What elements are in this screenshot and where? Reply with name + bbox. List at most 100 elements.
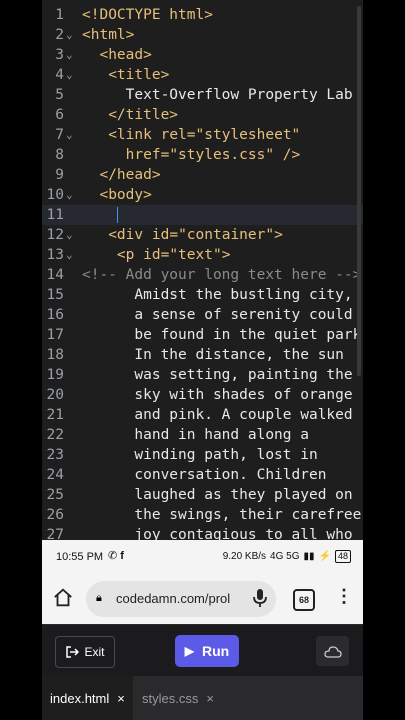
close-icon[interactable]: × — [206, 691, 214, 706]
line-number: 19 — [46, 367, 64, 383]
line-code: was setting, painting the — [82, 365, 353, 385]
code-token: be found in the quiet park. — [82, 327, 363, 343]
fold-chevron-icon[interactable]: ⌄ — [66, 125, 76, 145]
line-number: 21 — [46, 407, 64, 423]
line-code: the swings, their carefree — [82, 505, 361, 525]
code-line[interactable]: 12 ⌄ <div id="container"> — [42, 225, 363, 245]
line-number: 27 — [46, 527, 64, 540]
code-line[interactable]: 18 In the distance, the sun — [42, 345, 363, 365]
line-code: a sense of serenity could — [82, 305, 353, 325]
editor-scrollbar[interactable] — [357, 6, 361, 376]
line-number: 22 — [46, 427, 64, 443]
code-editor[interactable]: 1 <!DOCTYPE html> 2 ⌄ <html> 3 ⌄ <head> 4 ⌄ <tit… — [42, 0, 363, 540]
fold-chevron-icon[interactable]: ⌄ — [66, 65, 76, 85]
fold-chevron-icon[interactable]: ⌄ — [66, 25, 76, 45]
code-line[interactable]: 27 joy contagious to all who — [42, 525, 363, 540]
line-number: 13 — [46, 247, 64, 263]
more-options-icon[interactable]: ⋮ — [335, 586, 353, 607]
fold-chevron-icon[interactable]: ⌄ — [66, 45, 76, 65]
exit-button[interactable]: Exit — [55, 636, 115, 668]
tab-label: styles.css — [142, 690, 199, 706]
code-line[interactable]: 1 <!DOCTYPE html> — [42, 5, 363, 25]
fold-chevron-icon[interactable]: ⌄ — [66, 225, 76, 245]
code-token: was setting, painting the — [82, 367, 353, 383]
code-token: <head> — [99, 47, 152, 63]
speed-readout: 9.20 KB/s — [222, 551, 267, 562]
code-line[interactable]: 2 ⌄ <html> — [42, 25, 363, 45]
code-line[interactable]: 11 — [42, 205, 363, 225]
code-token: "text" — [169, 247, 222, 263]
tab-switcher-button[interactable]: 68 — [293, 589, 315, 611]
line-code: laughed as they played on — [82, 485, 352, 505]
tab-styles-css[interactable]: styles.css × — [134, 676, 222, 720]
code-line[interactable]: 20 sky with shades of orange — [42, 385, 363, 405]
code-line[interactable]: 5 Text-Overflow Property Lab — [42, 85, 363, 105]
lab-toolbar: Exit ▶ Run — [42, 624, 363, 677]
code-token: > — [274, 227, 283, 243]
code-line[interactable]: 3 ⌄ <head> — [42, 45, 363, 65]
line-number: 18 — [46, 347, 64, 363]
code-line[interactable]: 26 the swings, their carefree — [42, 505, 363, 525]
code-line[interactable]: 23 winding path, lost in — [42, 445, 363, 465]
line-code: <!-- Add your long text here --> — [82, 265, 361, 285]
fold-chevron-icon[interactable]: ⌄ — [66, 245, 76, 265]
code-line[interactable]: 10 ⌄ <body> — [42, 185, 363, 205]
code-line[interactable]: 25 laughed as they played on — [42, 485, 363, 505]
close-icon[interactable]: × — [117, 691, 125, 706]
text-cursor — [116, 207, 119, 223]
code-token: conversation. Children — [82, 467, 327, 483]
run-label: Run — [202, 643, 230, 659]
tab-index-html[interactable]: index.html × — [42, 676, 133, 720]
code-line[interactable]: 13 ⌄ <p id="text"> — [42, 245, 363, 265]
line-number: 12 — [46, 227, 64, 243]
line-number: 25 — [46, 487, 64, 503]
signal-readout: 4G 5G — [270, 551, 300, 562]
line-number: 8 — [55, 147, 64, 163]
notification-icons: ✆ f — [108, 549, 124, 562]
code-token: <html> — [82, 27, 135, 43]
status-right: 9.20 KB/s 4G 5G ▮▮ ⚡ 48 — [223, 550, 351, 563]
code-line[interactable]: 19 was setting, painting the — [42, 365, 363, 385]
cloud-icon — [323, 645, 342, 658]
code-line[interactable]: 15 Amidst the bustling city, — [42, 285, 363, 305]
site-info-icon[interactable]: 🔒︎ — [96, 592, 102, 605]
code-line[interactable]: 16 a sense of serenity could — [42, 305, 363, 325]
home-icon[interactable] — [52, 587, 74, 609]
code-token: > — [221, 247, 231, 263]
code-token: </head> — [99, 167, 161, 183]
code-line[interactable]: 24 conversation. Children — [42, 465, 363, 485]
code-line[interactable]: 6 </title> — [42, 105, 363, 125]
code-line[interactable]: 14 <!-- Add your long text here --> — [42, 265, 363, 285]
code-token: id= — [143, 247, 170, 263]
code-line[interactable]: 9 </head> — [42, 165, 363, 185]
line-code — [82, 205, 119, 225]
microphone-icon[interactable] — [252, 588, 268, 608]
code-token: a sense of serenity could — [82, 307, 353, 323]
line-number: 20 — [46, 387, 64, 403]
line-number: 11 — [46, 207, 64, 223]
exit-icon — [66, 646, 80, 658]
cloud-button[interactable] — [316, 636, 349, 666]
code-line[interactable]: 4 ⌄ <title> — [42, 65, 363, 85]
address-bar[interactable]: 🔒︎ codedamn.com/prol — [86, 581, 276, 617]
code-line[interactable]: 17 be found in the quiet park. — [42, 325, 363, 345]
line-code: sky with shades of orange — [82, 385, 352, 405]
line-number: 5 — [55, 87, 64, 103]
code-token: <title> — [108, 67, 170, 83]
code-token: <body> — [99, 187, 152, 203]
code-line[interactable]: 21 and pink. A couple walked — [42, 405, 363, 425]
line-number: 4 — [55, 67, 64, 83]
run-button[interactable]: ▶ Run — [175, 635, 239, 667]
status-bar: 10:55 PM ✆ f 9.20 KB/s 4G 5G ▮▮ ⚡ 48 — [42, 540, 363, 574]
code-line[interactable]: 7 ⌄ <link rel="stylesheet" — [42, 125, 363, 145]
code-line[interactable]: 22 hand in hand along a — [42, 425, 363, 445]
fold-chevron-icon[interactable]: ⌄ — [66, 185, 76, 205]
code-token: </title> — [108, 107, 179, 123]
line-code: be found in the quiet park. — [82, 325, 363, 345]
file-tabs: index.html × styles.css × — [42, 676, 363, 720]
whatsapp-icon: ✆ — [108, 550, 118, 562]
code-line[interactable]: 8 href="styles.css" /> — [42, 145, 363, 165]
